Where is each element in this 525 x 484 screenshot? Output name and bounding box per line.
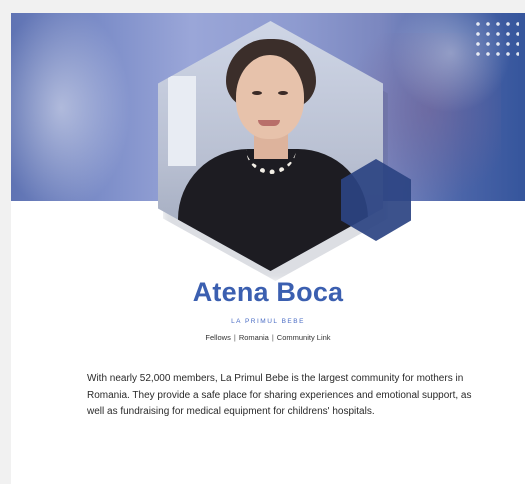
profile-name: Atena Boca — [192, 277, 344, 307]
portrait-mouth — [258, 120, 280, 126]
banner-background-image — [11, 13, 131, 201]
profile-description: With nearly 52,000 members, La Primul Be… — [87, 373, 472, 417]
organization-label: LA PRIMUL BEBE — [231, 318, 305, 325]
profile-card: Atena Boca LA PRIMUL BEBE Fellows | Romani… — [11, 13, 525, 484]
portrait-background-window — [168, 76, 196, 166]
portrait-eye-right — [278, 91, 288, 95]
portrait-eye-left — [252, 91, 262, 95]
meta-separator: | — [271, 333, 274, 342]
community-link[interactable]: Community Link — [277, 333, 331, 342]
country-link[interactable]: Romania — [239, 333, 269, 342]
meta-separator: | — [233, 333, 236, 342]
portrait-face — [236, 55, 304, 139]
profile-meta: Fellows | Romania | Community Link — [11, 333, 525, 342]
category-link[interactable]: Fellows — [205, 333, 230, 342]
dot-pattern-decoration — [473, 19, 519, 61]
